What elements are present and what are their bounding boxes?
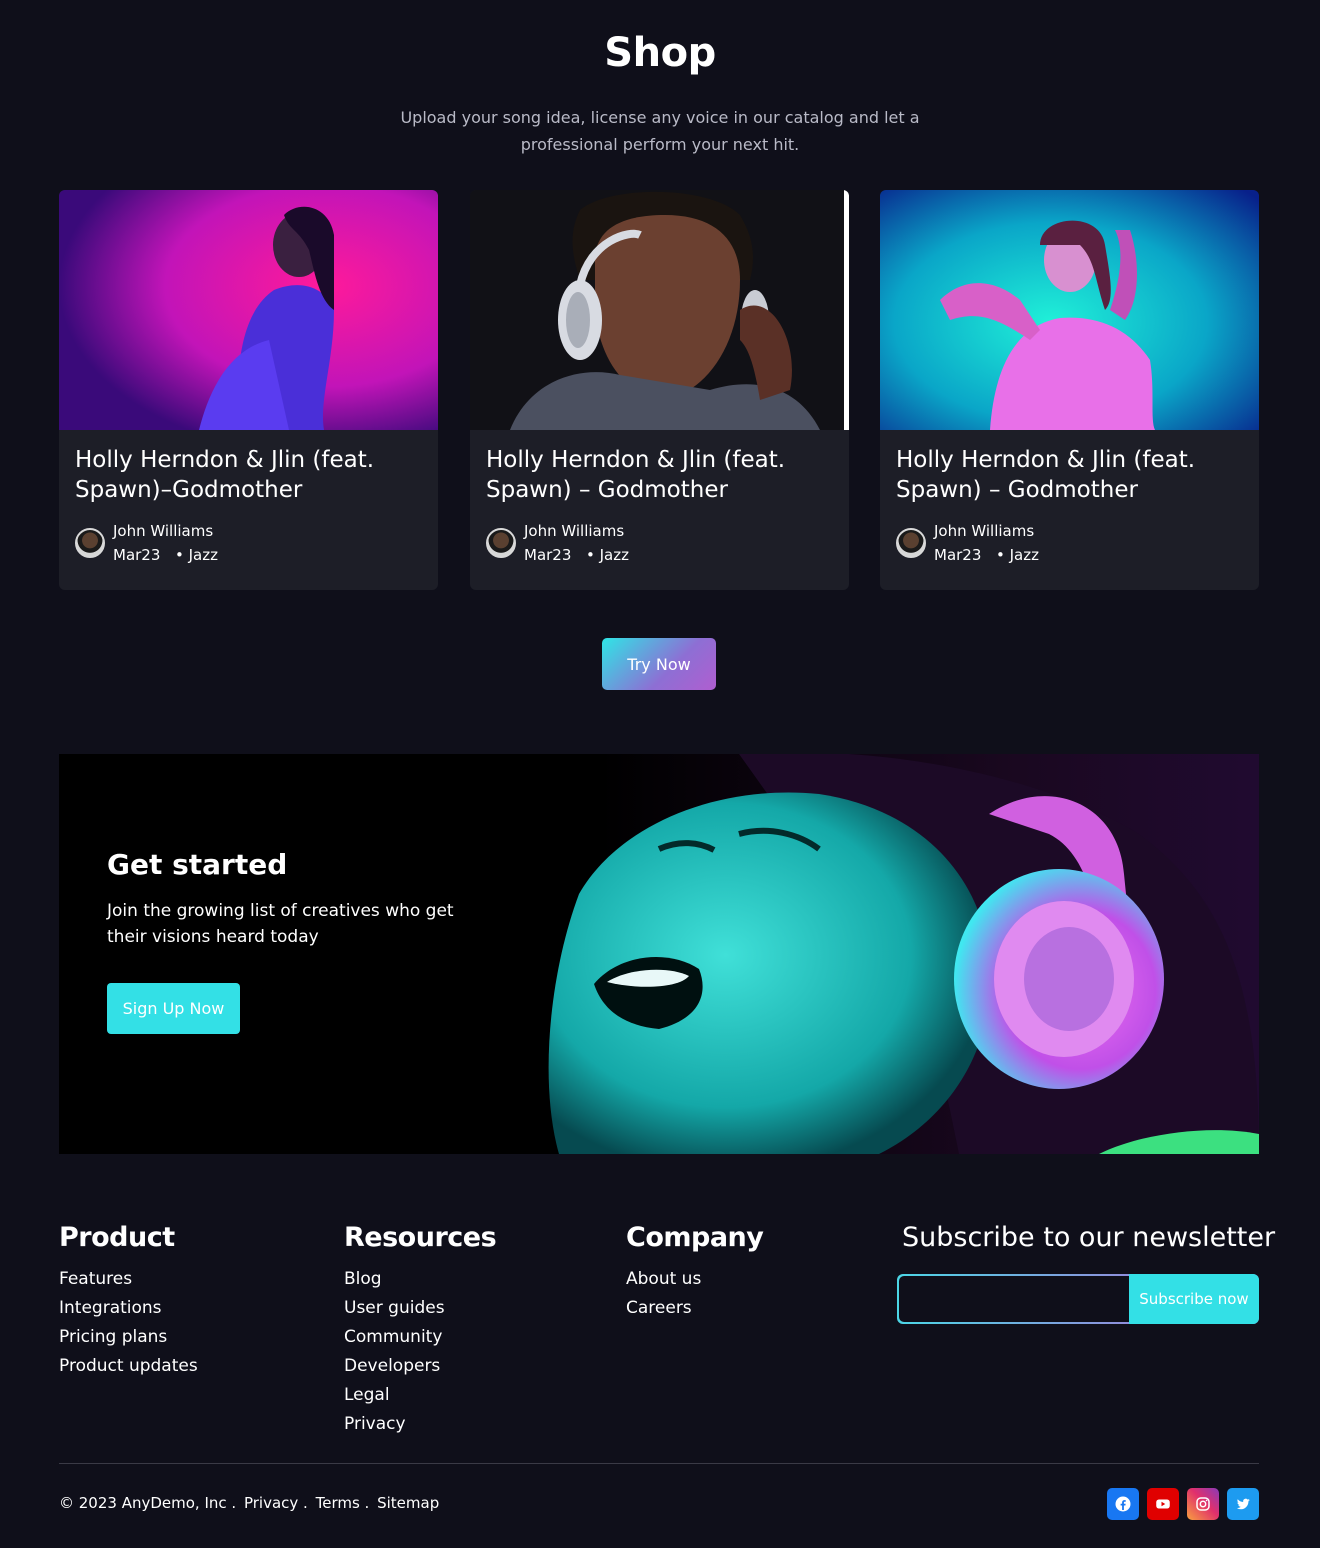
banner-image — [59, 754, 1259, 1154]
footer-resources-column: Resources Blog User guides Community Dev… — [344, 1222, 497, 1439]
footer-link-features[interactable]: Features — [59, 1265, 198, 1294]
facebook-icon[interactable] — [1107, 1488, 1139, 1520]
avatar — [75, 528, 105, 558]
post-date: Mar23 — [113, 546, 161, 564]
footer-link-product-updates[interactable]: Product updates — [59, 1352, 198, 1381]
footer-link-pricing-plans[interactable]: Pricing plans — [59, 1323, 198, 1352]
song-card-image — [880, 190, 1259, 430]
song-meta: John Williams Mar23 • Jazz — [486, 520, 826, 568]
footer-link-privacy[interactable]: Privacy — [344, 1410, 496, 1439]
footer-heading: Company — [626, 1222, 764, 1253]
footer-link-blog[interactable]: Blog — [344, 1265, 496, 1294]
author-name[interactable]: John Williams — [113, 522, 213, 540]
shop-title: Shop — [604, 30, 716, 76]
shop-subtitle: Upload your song idea, license any voice… — [400, 108, 920, 154]
song-meta: John Williams Mar23 • Jazz — [896, 520, 1236, 568]
footer-link-community[interactable]: Community — [344, 1323, 496, 1352]
footer-heading: Product — [59, 1222, 175, 1253]
post-date: Mar23 — [934, 546, 982, 564]
copyright-text: © 2023 AnyDemo, Inc . — [59, 1494, 237, 1512]
terms-link[interactable]: Terms . — [316, 1494, 370, 1512]
get-started-title: Get started — [107, 848, 288, 881]
genre-tag: • Jazz — [175, 546, 218, 564]
author-name[interactable]: John Williams — [524, 522, 624, 540]
author-name[interactable]: John Williams — [934, 522, 1034, 540]
post-date: Mar23 — [524, 546, 572, 564]
newsletter-form: Subscribe now — [897, 1274, 1259, 1324]
song-card[interactable]: Holly Herndon & Jlin (feat. Spawn)–Godmo… — [59, 190, 438, 590]
song-title[interactable]: Holly Herndon & Jlin (feat. Spawn) – God… — [896, 445, 1236, 505]
genre-tag: • Jazz — [996, 546, 1039, 564]
song-meta: John Williams Mar23 • Jazz — [75, 520, 415, 568]
footer-link-about-us[interactable]: About us — [626, 1265, 763, 1294]
sitemap-link[interactable]: Sitemap — [377, 1494, 439, 1512]
song-card[interactable]: Holly Herndon & Jlin (feat. Spawn) – God… — [470, 190, 849, 590]
avatar — [486, 528, 516, 558]
song-card[interactable]: Holly Herndon & Jlin (feat. Spawn) – God… — [880, 190, 1259, 590]
footer-link-careers[interactable]: Careers — [626, 1294, 763, 1323]
footer-heading: Resources — [344, 1222, 497, 1253]
privacy-link[interactable]: Privacy . — [244, 1494, 308, 1512]
song-title[interactable]: Holly Herndon & Jlin (feat. Spawn)–Godmo… — [75, 445, 415, 505]
get-started-text: Join the growing list of creatives who g… — [107, 901, 454, 947]
try-now-button[interactable]: Try Now — [602, 638, 716, 690]
copyright-bar: © 2023 AnyDemo, Inc . Privacy . Terms . … — [59, 1494, 442, 1512]
get-started-banner: Get started Join the growing list of cre… — [59, 754, 1259, 1154]
footer-link-user-guides[interactable]: User guides — [344, 1294, 496, 1323]
footer-product-column: Product Features Integrations Pricing pl… — [59, 1222, 198, 1381]
subscribe-button[interactable]: Subscribe now — [1129, 1274, 1259, 1324]
song-card-list: Holly Herndon & Jlin (feat. Spawn)–Godmo… — [59, 190, 1259, 590]
newsletter-title: Subscribe to our newsletter — [902, 1222, 1276, 1253]
song-title[interactable]: Holly Herndon & Jlin (feat. Spawn) – God… — [486, 445, 826, 505]
sign-up-button[interactable]: Sign Up Now — [107, 983, 240, 1034]
footer-link-integrations[interactable]: Integrations — [59, 1294, 198, 1323]
avatar — [896, 528, 926, 558]
song-card-image — [470, 190, 849, 430]
instagram-icon[interactable] — [1187, 1488, 1219, 1520]
footer-divider — [59, 1463, 1259, 1464]
social-links — [1107, 1488, 1259, 1520]
youtube-icon[interactable] — [1147, 1488, 1179, 1520]
footer-company-column: Company About us Careers — [626, 1222, 764, 1323]
twitter-icon[interactable] — [1227, 1488, 1259, 1520]
newsletter-email-input[interactable] — [899, 1276, 1129, 1322]
footer-link-developers[interactable]: Developers — [344, 1352, 496, 1381]
genre-tag: • Jazz — [586, 546, 629, 564]
song-card-image — [59, 190, 438, 430]
footer-link-legal[interactable]: Legal — [344, 1381, 496, 1410]
